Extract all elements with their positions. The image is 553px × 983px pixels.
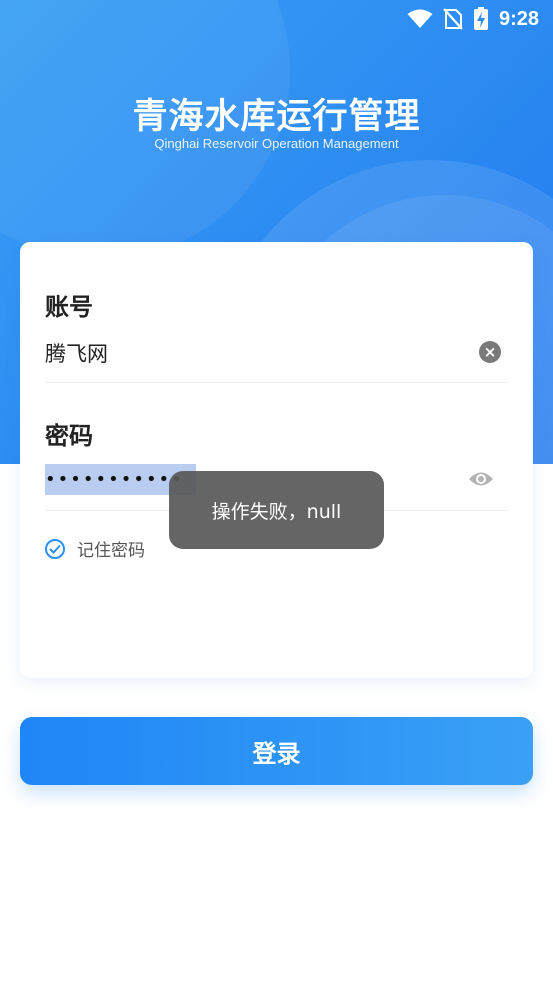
app-subtitle: Qinghai Reservoir Operation Management: [154, 136, 399, 151]
remember-password-checkbox[interactable]: 记住密码: [45, 536, 145, 561]
no-sim-icon: [443, 8, 463, 30]
eye-icon[interactable]: [467, 469, 495, 493]
remember-password-label: 记住密码: [77, 541, 145, 561]
wifi-icon: [407, 9, 433, 29]
status-bar: 9:28: [0, 0, 553, 38]
login-button[interactable]: 登录: [20, 717, 533, 785]
toast-message: 操作失败，null: [169, 471, 384, 549]
divider: [45, 382, 508, 383]
login-card: 账号 腾飞网 × 密码 ••••••••••• 记住密码: [20, 242, 533, 678]
account-label: 账号: [45, 293, 93, 321]
app-title: 青海水库运行管理: [132, 97, 421, 137]
battery-charging-icon: [473, 7, 489, 31]
account-input[interactable]: 腾飞网: [45, 338, 108, 368]
status-time: 9:28: [498, 7, 539, 30]
check-icon[interactable]: [45, 538, 65, 559]
password-label: 密码: [45, 422, 93, 450]
password-input[interactable]: •••••••••••: [45, 464, 184, 495]
clear-icon[interactable]: ×: [479, 341, 501, 363]
